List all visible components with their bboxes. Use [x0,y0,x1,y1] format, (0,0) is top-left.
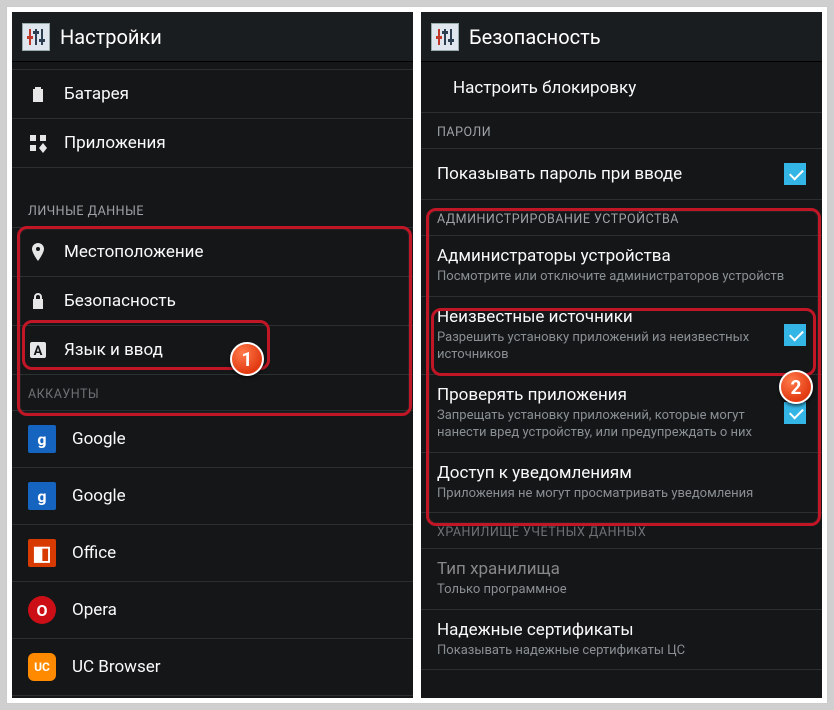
item-label: Проверять приложения [437,385,768,405]
item-label: Батарея [64,84,129,104]
item-label: Язык и ввод [64,340,163,360]
item-sub: Запрещать установку приложений, которые … [437,407,768,442]
item-label: Opera [72,600,117,620]
item-location[interactable]: Местоположение [12,228,413,277]
item-sub: Посмотрите или отключите администраторов… [437,268,806,286]
item-show-password[interactable]: Показывать пароль при вводе [421,149,822,200]
apps-icon [28,133,48,153]
account-uc[interactable]: UC UC Browser [12,639,413,696]
page-title: Настройки [60,25,162,49]
item-label: Местоположение [64,242,204,262]
settings-app-icon [22,23,50,51]
item-language[interactable]: A Язык и ввод [12,326,413,375]
item-unknown-sources[interactable]: Неизвестные источники Разрешить установк… [421,297,822,375]
item-storage-type: Тип хранилища Только программное [421,549,822,610]
step-badge-1: 1 [230,342,264,376]
security-screen: Безопасность Настроить блокировку ПАРОЛИ… [421,12,822,698]
titlebar-settings: Настройки [12,12,413,62]
show-password-checkbox[interactable] [784,163,806,185]
item-label: Безопасность [64,291,176,311]
item-sub: Разрешить установку приложений из неизве… [437,329,768,364]
item-label: Доступ к уведомлениям [437,463,806,483]
item-label: Office [72,543,116,563]
section-accounts: АККАУНТЫ [12,375,413,411]
section-device-admin: АДМИНИСТРИРОВАНИЕ УСТРОЙСТВА [421,200,822,236]
account-opera[interactable]: O Opera [12,582,413,639]
step-badge-2: 2 [779,370,813,404]
location-icon [28,242,48,262]
lock-icon [28,291,48,311]
item-security[interactable]: Безопасность [12,277,413,326]
google-icon: g [28,482,56,510]
section-passwords: ПАРОЛИ [421,113,822,149]
item-label: Неизвестные источники [437,307,768,327]
item-label: Администраторы устройства [437,246,806,266]
titlebar-security: Безопасность [421,12,822,62]
svg-text:A: A [34,344,43,359]
account-office[interactable]: ◧ Office [12,525,413,582]
item-notification-access[interactable]: Доступ к уведомлениям Приложения не могу… [421,453,822,514]
google-icon: g [28,425,56,453]
item-apps[interactable]: Приложения [12,119,413,168]
settings-screen: Настройки Батарея Приложения ЛИЧНЫЕ ДАНН… [12,12,413,698]
office-icon: ◧ [28,539,56,567]
item-configure-lock[interactable]: Настроить блокировку [421,64,822,113]
language-icon: A [28,340,48,360]
item-label: Google [72,486,126,506]
item-sub: Показывать надежные сертификаты ЦС [437,642,806,660]
item-verify-apps[interactable]: Проверять приложения Запрещать установку… [421,375,822,453]
uc-icon: UC [28,653,56,681]
item-label: Приложения [64,133,166,153]
item-label: Настроить блокировку [453,78,636,98]
item-sub: Приложения не могут просматривать уведом… [437,485,806,503]
page-title: Безопасность [469,25,601,49]
item-label: Тип хранилища [437,559,806,579]
unknown-sources-checkbox[interactable] [784,324,806,346]
settings-app-icon [431,23,459,51]
item-device-admins[interactable]: Администраторы устройства Посмотрите или… [421,236,822,297]
section-personal: ЛИЧНЫЕ ДАННЫЕ [12,192,413,228]
item-sub: Только программное [437,581,806,599]
verify-apps-checkbox[interactable] [784,402,806,424]
item-trusted-certs[interactable]: Надежные сертификаты Показывать надежные… [421,610,822,671]
account-google-2[interactable]: g Google [12,468,413,525]
opera-icon: O [28,596,56,624]
item-label: Показывать пароль при вводе [437,164,768,184]
section-credential-storage: ХРАНИЛИЩЕ УЧЕТНЫХ ДАННЫХ [421,513,822,549]
battery-icon [28,84,48,104]
item-label: UC Browser [72,657,161,677]
item-battery[interactable]: Батарея [12,70,413,119]
item-label: Google [72,429,126,449]
item-label: Надежные сертификаты [437,620,806,640]
account-google-1[interactable]: g Google [12,411,413,468]
